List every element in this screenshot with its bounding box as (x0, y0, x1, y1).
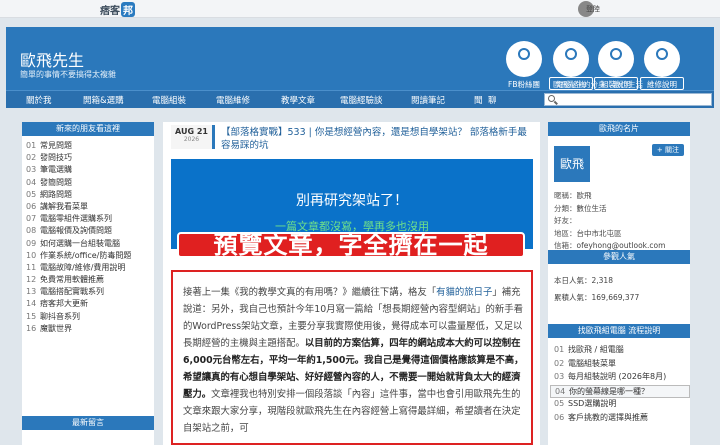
profile-line: 暱稱：歐飛 (554, 191, 592, 200)
list-item[interactable]: 11 電腦故障/維修/費用說明 (26, 262, 154, 274)
facebook-icon (518, 48, 530, 60)
blog-link[interactable]: 有貓的旅日子 (436, 287, 492, 298)
wrench-icon (610, 48, 622, 60)
computer-icon (565, 48, 577, 60)
pixnet-logo-text: 痞客 (100, 6, 120, 17)
visitor-stats-title: 參觀人氣 (548, 250, 690, 264)
nav-reading[interactable]: 閱讀筆記 (411, 94, 445, 106)
profile-line: 好友： (554, 216, 577, 225)
list-item[interactable]: 08 電腦報價及詢價問題 (26, 225, 154, 237)
build-pc-process-list: 01 找歐飛 / 組電腦 02 電腦組裝菜單 03 每月組裝說明 (2026年8月) … (550, 344, 690, 425)
site-subtitle: 簡單的事情不要搞得太複雜 (20, 70, 116, 79)
list-item[interactable]: 03 每月組裝說明 (2026年8月) (550, 371, 690, 385)
nav-chat[interactable]: 聊 (488, 94, 497, 106)
annotation-overlay: 預覽文章，字全擠在一起 (177, 232, 525, 258)
site-title[interactable]: 歐飛先生 (20, 47, 84, 71)
newcomer-list: 01 常見問題 02 發問技巧 03 筆電選購 04 發簡問題 05 網路問題 06 講解我… (22, 136, 154, 335)
list-item[interactable]: 07 電腦零組件選購系列 (26, 213, 154, 225)
visitor-stats: 本日人氣：2,318 累積人氣：169,669,377 (554, 272, 639, 306)
nav-news[interactable]: 聞 (474, 94, 483, 106)
pixnet-logo[interactable]: 痞客邦 (100, 2, 135, 17)
date-badge: AUG 21 2026 (171, 125, 215, 149)
profile-info: 暱稱：歐飛 分類：數位生活 好友： 地區：台中市北屯區 信箱：ofeyhong@… (554, 190, 665, 253)
tool-icon (656, 48, 668, 60)
login-link[interactable]: 登陸 (586, 4, 600, 14)
search-input[interactable] (544, 93, 712, 106)
fb-fanpage-button[interactable] (506, 41, 542, 77)
avatar[interactable]: 歐飛 (554, 146, 590, 182)
stat-total: 累積人氣：169,669,377 (554, 293, 640, 302)
nav-assembly[interactable]: 電腦組裝 (152, 94, 186, 106)
latest-comments-title: 最新留言 (22, 416, 154, 430)
list-item[interactable]: 02 發問技巧 (26, 152, 154, 164)
nav-unboxing[interactable]: 開箱&選購 (83, 94, 124, 106)
follow-button[interactable]: + 關注 (651, 144, 684, 156)
profile-line: 分類：數位生活 (554, 203, 607, 213)
profile-line: 地區：台中市北屯區 (554, 228, 622, 238)
post-title[interactable]: 【部落格實戰】533 | 你是想經營內容，還是想自學架站？ 部落格新手最容易踩的… (221, 126, 533, 152)
header-sub-right[interactable]: 歐飛先生的分身：數位生活 (553, 79, 643, 90)
list-item[interactable]: 12 免費常用軟體推薦 (26, 274, 154, 286)
nav-experience[interactable]: 電腦經驗談 (340, 94, 383, 106)
stat-today: 本日人氣：2,318 (554, 276, 613, 285)
newcomer-title: 新來的朋友看這裡 (22, 122, 154, 136)
assembly-button[interactable] (598, 41, 634, 77)
consult-button[interactable] (553, 41, 589, 77)
repair-button[interactable] (644, 41, 680, 77)
nav-about[interactable]: 關於我 (26, 94, 52, 106)
article-paragraph: 接著上一集《我的教學文真的有用嗎？》繼續往下講，格友「有貓的旅日子」補充說道：另… (183, 287, 524, 434)
nav-tutorial[interactable]: 教學文章 (281, 94, 315, 106)
list-item[interactable]: 06 講解我看菜單 (26, 201, 154, 213)
fb-fanpage-label[interactable]: FB粉絲團 (500, 79, 548, 90)
profile-card-title: 歐飛的名片 (548, 122, 690, 136)
list-item[interactable]: 05 SSD選購說明 (550, 398, 690, 412)
nav-repair[interactable]: 電腦維修 (216, 94, 250, 106)
left-sidebar: 新來的朋友看這裡 01 常見問題 02 發問技巧 03 筆電選購 04 發簡問題 05 網… (22, 122, 154, 445)
build-pc-process-title: 找歐飛組電腦 流程說明 (548, 324, 690, 338)
pixnet-logo-badge: 邦 (121, 2, 135, 17)
banner-line-1: 別再研究架站了！ (296, 193, 408, 209)
top-bar: 痞客邦 登陸 (0, 0, 720, 18)
list-item-active[interactable]: 04 你的螢幕線是哪一種？ (550, 384, 690, 398)
list-item[interactable]: 10 作業系統/office/防毒問題 (26, 250, 154, 262)
list-item[interactable]: 14 痞客邦大更新 (26, 298, 154, 310)
list-item[interactable]: 06 客戶挑教的選擇與推薦 (550, 412, 690, 426)
list-item[interactable]: 01 常見問題 (26, 140, 154, 152)
list-item[interactable]: 03 筆電選購 (26, 164, 154, 176)
list-item[interactable]: 09 如何選購一台組裝電腦 (26, 238, 154, 250)
post-date: AUG 21 (175, 127, 208, 136)
article-excerpt: 接著上一集《我的教學文真的有用嗎？》繼續往下講，格友「有貓的旅日子」補充說道：另… (171, 270, 533, 445)
list-item[interactable]: 05 網路問題 (26, 189, 154, 201)
list-item[interactable]: 04 發簡問題 (26, 177, 154, 189)
list-item[interactable]: 13 電腦搭配實戰系列 (26, 286, 154, 298)
search-icon[interactable] (548, 95, 555, 102)
list-item[interactable]: 16 魔獸世界 (26, 323, 154, 335)
right-sidebar: 歐飛的名片 + 關注 歐飛 暱稱：歐飛 分類：數位生活 好友： 地區：台中市北屯… (548, 122, 690, 445)
main-nav: 關於我 開箱&選購 電腦組裝 電腦維修 教學文章 電腦經驗談 閱讀筆記 聞 聊 (6, 90, 714, 108)
list-item[interactable]: 02 電腦組裝菜單 (550, 358, 690, 372)
list-item[interactable]: 01 找歐飛 / 組電腦 (550, 344, 690, 358)
repair-label[interactable]: 維修說明 (638, 79, 686, 90)
list-item[interactable]: 15 聊抖音系列 (26, 311, 154, 323)
main-content: AUG 21 2026 【部落格實戰】533 | 你是想經營內容，還是想自學架站… (163, 122, 540, 445)
post-year: 2026 (183, 136, 200, 143)
